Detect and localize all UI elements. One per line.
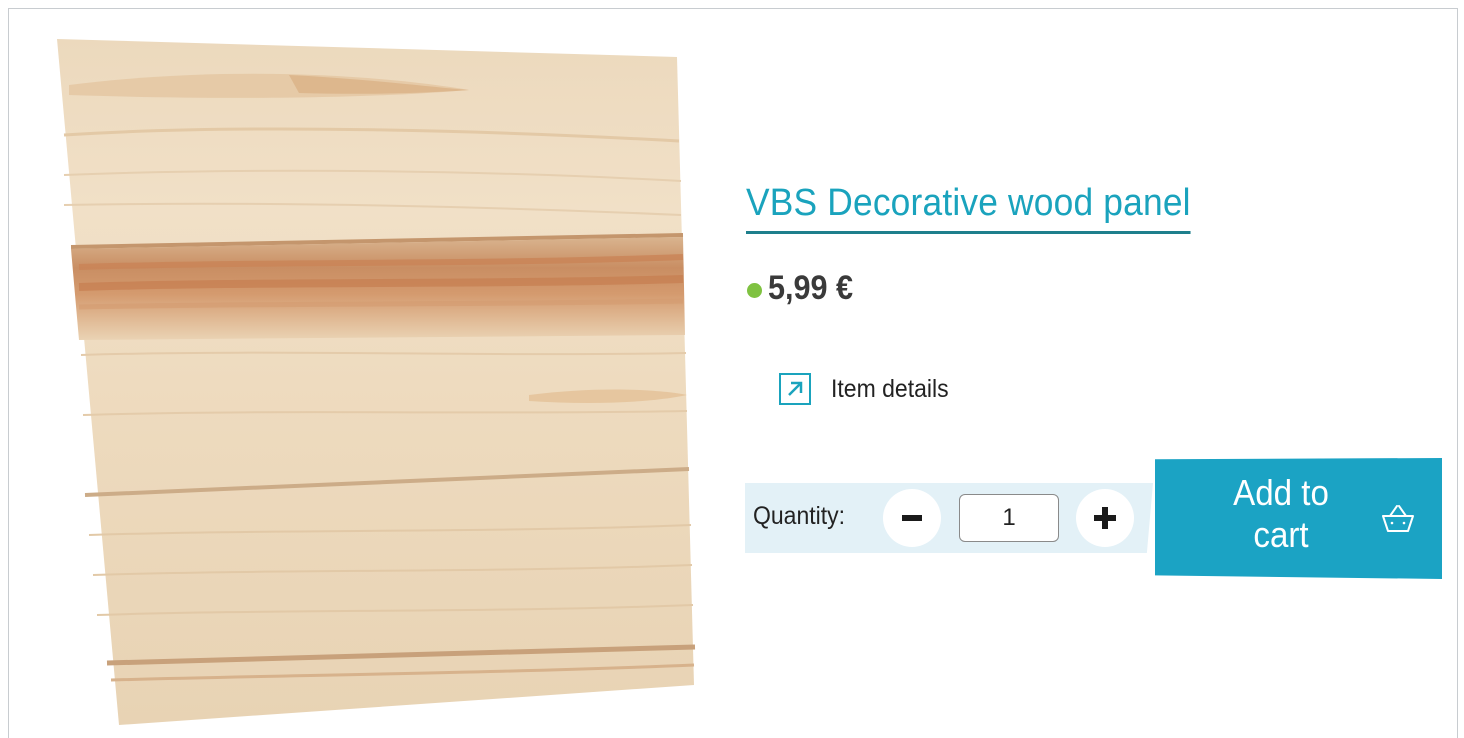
- item-details-link[interactable]: Item details: [779, 373, 959, 405]
- basket-icon: [1382, 505, 1414, 532]
- quantity-decrease-button[interactable]: [883, 489, 941, 547]
- item-details-label: Item details: [831, 374, 949, 403]
- minus-icon: [902, 515, 922, 521]
- add-to-cart-button[interactable]: Add to cart: [1155, 458, 1442, 579]
- availability-dot: [747, 283, 762, 298]
- external-arrow-icon: [779, 373, 811, 405]
- add-to-cart-label: Add to cart: [1217, 472, 1346, 556]
- add-to-cart-label-line1: Add to: [1233, 472, 1329, 513]
- product-price: 5,99 €: [768, 269, 854, 307]
- quantity-label: Quantity:: [753, 502, 846, 530]
- quantity-increase-button[interactable]: [1076, 489, 1134, 547]
- quantity-input[interactable]: [959, 494, 1059, 542]
- plus-icon: [1094, 507, 1116, 529]
- wood-panel-image: [57, 39, 696, 725]
- product-image[interactable]: [49, 35, 709, 735]
- add-to-cart-label-line2: cart: [1253, 514, 1309, 555]
- product-title-link[interactable]: VBS Decorative wood panel: [746, 181, 1191, 234]
- price-row: 5,99 €: [747, 269, 863, 308]
- product-card: VBS Decorative wood panel 5,99 € Item de…: [8, 8, 1458, 738]
